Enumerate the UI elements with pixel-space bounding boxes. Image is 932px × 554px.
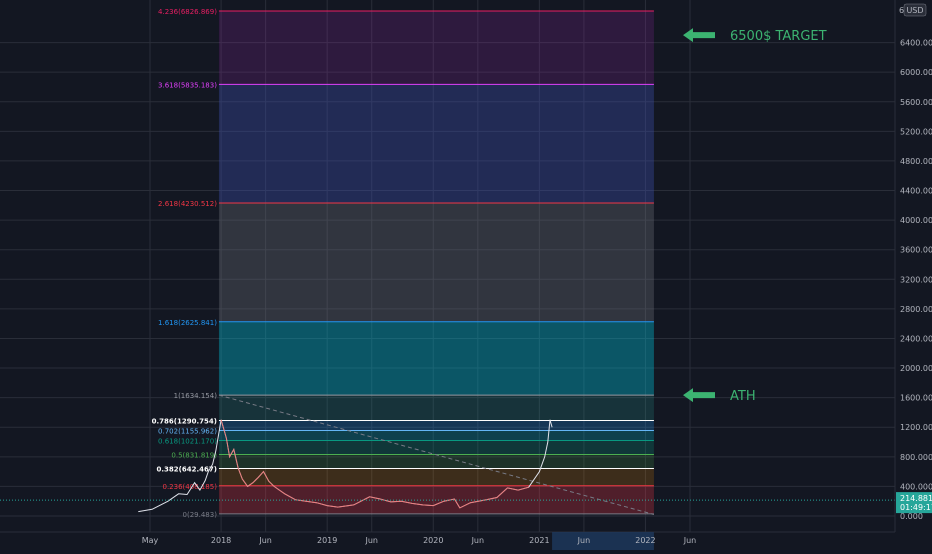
price-tick-label: 3600.000 [900,246,932,255]
time-tick-label: Jun [471,536,485,545]
fib-zone [218,468,654,486]
fib-level-label: 1(1634.154) [174,392,218,400]
time-tick-label: 2021 [529,536,549,545]
price-tick-label: 4800.000 [900,157,932,166]
fib-level-label: 3.618(5835.183) [158,81,217,89]
price-tick-label: 400.000 [900,482,932,491]
time-tick-label: 2022 [635,536,655,545]
price-tick-label: 800.000 [900,453,932,462]
fib-level-label: 0.702(1155.962) [158,427,217,435]
fib-level-label: 4.236(6826.869) [158,8,217,16]
fib-level-label: 2.618(4230.512) [158,200,217,208]
price-tick-label: 5600.000 [900,98,932,107]
fib-level-label: 1.618(2625.841) [158,319,217,327]
time-tick-label: Jun [258,536,272,545]
fib-zone [218,440,654,455]
time-tick-label: 2020 [423,536,443,545]
time-tick-label: May [142,536,159,545]
fib-zone [218,11,654,85]
price-tick-label: 2000.000 [900,364,932,373]
price-tick-label: 2400.000 [900,334,932,343]
fib-zone [218,420,654,431]
fibonacci-chart[interactable]: 0(29.483)0.236(408.185)0.382(642.467)0.5… [0,0,932,550]
fib-level-label: 0.5(831.819) [171,451,217,459]
last-price-label: 214.881 [900,494,932,503]
price-tick-label: 5200.000 [900,127,932,136]
price-tick-label: 0.000 [900,512,923,521]
annotation-label: ATH [730,389,756,404]
time-tick-label: Jun [683,536,697,545]
fib-zone [218,84,654,204]
countdown-label: 01:49:17 [900,503,932,512]
price-tick-label: 4000.000 [900,216,932,225]
time-tick-label: Jun [364,536,378,545]
price-tick-label: 4400.000 [900,187,932,196]
fib-zone [218,203,654,322]
price-tick-label: 1200.000 [900,423,932,432]
fib-level-label: 0(29.483) [183,511,218,519]
time-tick-label: 2019 [317,536,337,545]
price-tick-label: 6400.000 [900,39,932,48]
fib-zone [218,395,654,421]
price-tick-label: 3200.000 [900,275,932,284]
time-axis-panel [0,532,932,550]
time-tick-label: 2018 [211,536,231,545]
annotation-label: 6500$ TARGET [730,29,827,44]
fib-level-label: 0.786(1290.754) [152,418,217,426]
currency-label: USD [906,6,923,15]
price-tick-label: 6000.000 [900,68,932,77]
time-tick-label: Jun [577,536,591,545]
fib-zone [218,454,654,469]
fib-level-label: 0.618(1021.170) [158,437,217,445]
price-tick-label: 1600.000 [900,394,932,403]
price-tick-label: 2800.000 [900,305,932,314]
chart-root: 0(29.483) 0.236(408.185) 0.382(642.467) 0.5… [0,0,932,550]
fib-zone [218,430,654,441]
fib-zone [218,321,654,396]
